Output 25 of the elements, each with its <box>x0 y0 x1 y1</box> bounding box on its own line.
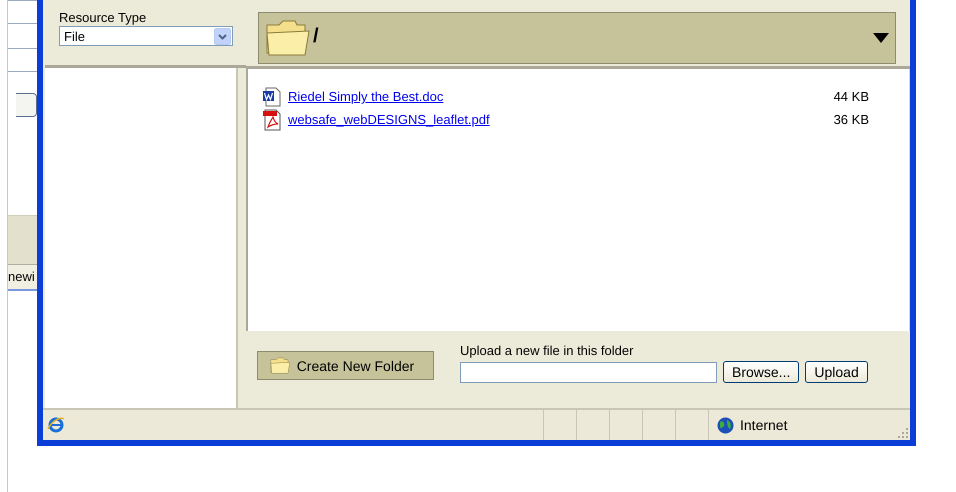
file-size: 36 KB <box>834 112 869 127</box>
caret-icon <box>873 33 889 43</box>
globe-icon <box>717 416 734 434</box>
browser-icon <box>47 416 65 434</box>
file-size: 44 KB <box>834 89 869 104</box>
file-link[interactable]: websafe_webDESIGNS_leaflet.pdf <box>288 112 490 127</box>
page-button[interactable] <box>16 93 37 117</box>
resize-grip-icon[interactable] <box>896 426 908 438</box>
word-document-icon <box>262 86 282 106</box>
folder-icon <box>265 19 311 57</box>
input-field[interactable] <box>8 48 37 72</box>
security-zone: Internet <box>740 417 788 433</box>
upload-label: Upload a new file in this folder <box>460 343 634 359</box>
resource-type-select[interactable]: File <box>59 26 233 46</box>
create-folder-button[interactable]: Create New Folder <box>257 351 434 380</box>
folder-path-bar[interactable]: / <box>258 12 896 64</box>
resource-type-label: Resource Type <box>59 10 146 26</box>
file-path-field[interactable] <box>460 362 717 382</box>
browse-button[interactable]: Browse... <box>723 361 800 383</box>
file-link[interactable]: Riedel Simply the Best.doc <box>288 89 444 104</box>
upload-button[interactable]: Upload <box>805 361 868 383</box>
input-field[interactable] <box>8 0 37 24</box>
folder-icon <box>270 356 291 374</box>
folder-path: / <box>313 24 319 48</box>
pdf-document-icon <box>262 108 282 130</box>
